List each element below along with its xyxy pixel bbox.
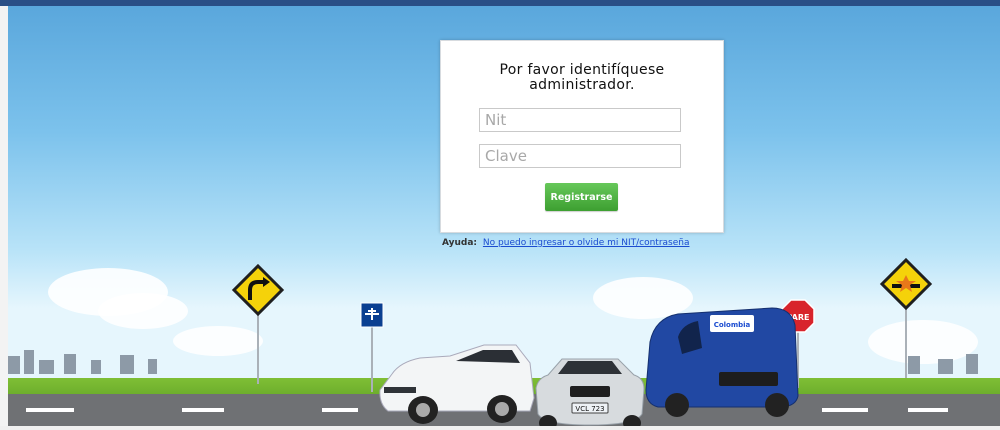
password-input[interactable]	[479, 144, 681, 168]
road-marking	[908, 408, 948, 412]
register-button[interactable]: Registrarse	[545, 183, 618, 211]
city-skyline	[39, 360, 54, 374]
road-marking	[822, 408, 868, 412]
forgot-credentials-link[interactable]: No puedo ingresar o olvide mi NIT/contra…	[483, 238, 690, 248]
city-skyline	[91, 360, 101, 374]
window-edge	[0, 6, 8, 430]
curve-warning-sign-icon	[231, 264, 285, 384]
accident-warning-sign-icon	[879, 258, 933, 378]
blue-van-icon: Colombia	[645, 307, 799, 417]
cloud	[98, 293, 188, 329]
city-skyline	[8, 356, 20, 374]
city-skyline	[24, 350, 34, 374]
window-bottom-edge	[0, 426, 1000, 430]
login-title: Por favor identifíquese administrador.	[499, 62, 665, 93]
help-line: Ayuda: No puedo ingresar o olvide mi NIT…	[442, 238, 742, 248]
road-marking	[322, 408, 358, 412]
silver-convertible-icon: VCL 723	[535, 358, 645, 426]
nit-input[interactable]	[479, 108, 681, 132]
license-plate-text: VCL 723	[575, 405, 604, 413]
van-logo-text: Colombia	[714, 321, 751, 329]
city-skyline	[120, 355, 134, 374]
city-skyline	[64, 354, 76, 374]
city-skyline	[966, 354, 978, 374]
city-skyline	[148, 359, 157, 374]
road-marking	[26, 408, 74, 412]
login-panel: Por favor identifíquese administrador. R…	[440, 40, 724, 233]
city-skyline	[938, 359, 953, 374]
help-label: Ayuda:	[442, 238, 478, 248]
login-page: PARE VCL 723 Colombia Por favor identifí…	[0, 0, 1000, 430]
road-marking	[182, 408, 224, 412]
white-suv-icon	[379, 344, 535, 424]
